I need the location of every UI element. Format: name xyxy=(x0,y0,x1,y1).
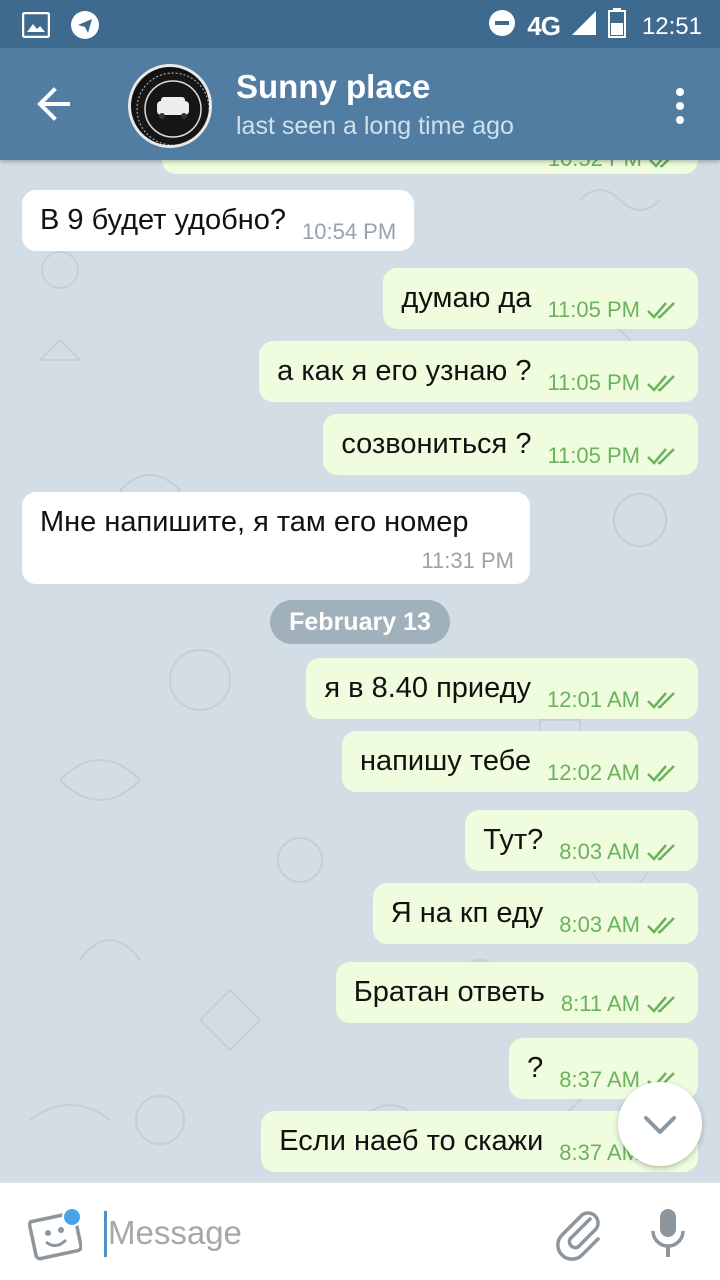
message-text: а как я его узнаю ? xyxy=(277,355,532,387)
message-list[interactable]: 10:52 PM В 9 будет удобно? 10:54 PM дума… xyxy=(0,160,720,1182)
message-bubble-outgoing[interactable]: Тут? 8:03 AM xyxy=(465,810,698,871)
message-text: напишу тебе xyxy=(360,745,532,777)
gallery-icon xyxy=(21,11,51,43)
avatar[interactable] xyxy=(128,64,212,148)
message-time: 10:54 PM xyxy=(302,219,397,244)
message-bubble-outgoing[interactable]: Братан ответь 8:11 AM xyxy=(335,962,698,1023)
message-text: ? xyxy=(527,1052,544,1084)
composer xyxy=(0,1182,720,1280)
double-check-icon xyxy=(647,765,675,782)
network-type: 4G xyxy=(527,11,561,41)
back-button[interactable] xyxy=(28,78,80,130)
battery-icon xyxy=(607,8,626,45)
message-text: Тут? xyxy=(483,824,544,856)
chat-title[interactable]: Sunny place xyxy=(236,68,430,106)
message-bubble-outgoing[interactable]: Я на кп еду 8:03 AM xyxy=(372,883,698,944)
status-bar: 4G 12:51 xyxy=(0,0,720,48)
scroll-to-bottom-button[interactable] xyxy=(618,1082,702,1166)
double-check-icon xyxy=(647,448,675,465)
new-stickers-badge xyxy=(62,1207,82,1227)
message-input[interactable] xyxy=(108,1207,528,1259)
message-text: В 9 будет удобно? xyxy=(40,204,286,236)
message-time: 11:05 PM xyxy=(547,370,640,395)
message-bubble-outgoing[interactable]: созвониться ? 11:05 PM xyxy=(323,414,698,475)
double-check-icon xyxy=(647,692,675,709)
text-cursor xyxy=(104,1211,107,1257)
message-text: Братан ответь xyxy=(353,976,545,1008)
double-check-icon xyxy=(647,844,675,861)
double-check-icon xyxy=(647,375,675,392)
telegram-icon xyxy=(70,10,100,45)
message-time: 11:05 PM xyxy=(547,443,640,468)
message-bubble-incoming[interactable]: В 9 будет удобно? 10:54 PM xyxy=(22,190,415,251)
message-time: 12:01 AM xyxy=(547,687,640,712)
last-seen-status: last seen a long time ago xyxy=(236,112,514,140)
message-time: 8:11 AM xyxy=(560,991,640,1016)
message-time: 11:05 PM xyxy=(547,297,640,322)
paperclip-icon xyxy=(556,1211,600,1261)
message-time: 8:03 AM xyxy=(559,912,640,937)
message-text: Если наеб то скажи xyxy=(279,1125,544,1157)
message-bubble-outgoing[interactable]: думаю да 11:05 PM xyxy=(383,268,698,329)
message-text: думаю да xyxy=(401,282,532,314)
more-vertical-icon xyxy=(676,88,684,124)
message-text: Я на кп еду xyxy=(390,897,544,929)
message-bubble-outgoing[interactable]: я в 8.40 приеду 12:01 AM xyxy=(306,658,698,719)
double-check-icon xyxy=(647,917,675,934)
microphone-icon xyxy=(651,1209,685,1257)
message-time: 11:31 PM xyxy=(421,548,514,573)
do-not-disturb-icon xyxy=(487,8,517,45)
more-menu-button[interactable] xyxy=(668,84,692,128)
double-check-icon xyxy=(647,302,675,319)
double-check-icon xyxy=(647,996,675,1013)
signal-icon xyxy=(570,9,598,44)
message-bubble-outgoing[interactable]: напишу тебе 12:02 AM xyxy=(342,731,698,792)
message-bubble-incoming[interactable]: Мне напишите, я там его номер 11:31 PM xyxy=(22,492,530,584)
message-bubble-outgoing[interactable]: а как я его узнаю ? 11:05 PM xyxy=(259,341,698,402)
chat-header: Sunny place last seen a long time ago xyxy=(0,48,720,160)
message-time: 10:52 PM xyxy=(548,160,642,172)
arrow-left-icon xyxy=(37,87,70,121)
message-text: я в 8.40 приеду xyxy=(324,672,532,704)
message-time: 8:03 AM xyxy=(559,839,640,864)
date-divider: February 13 xyxy=(270,600,450,644)
message-text: созвониться ? xyxy=(341,428,532,460)
attach-button[interactable] xyxy=(552,1205,604,1261)
voice-record-button[interactable] xyxy=(648,1205,688,1261)
chevron-down-icon xyxy=(644,1116,676,1134)
message-time: 12:02 AM xyxy=(547,760,640,785)
clock: 12:51 xyxy=(641,12,702,40)
message-bubble-partial[interactable]: 10:52 PM xyxy=(162,160,698,174)
message-text: Мне напишите, я там его номер xyxy=(40,506,469,538)
double-check-icon xyxy=(649,160,670,168)
